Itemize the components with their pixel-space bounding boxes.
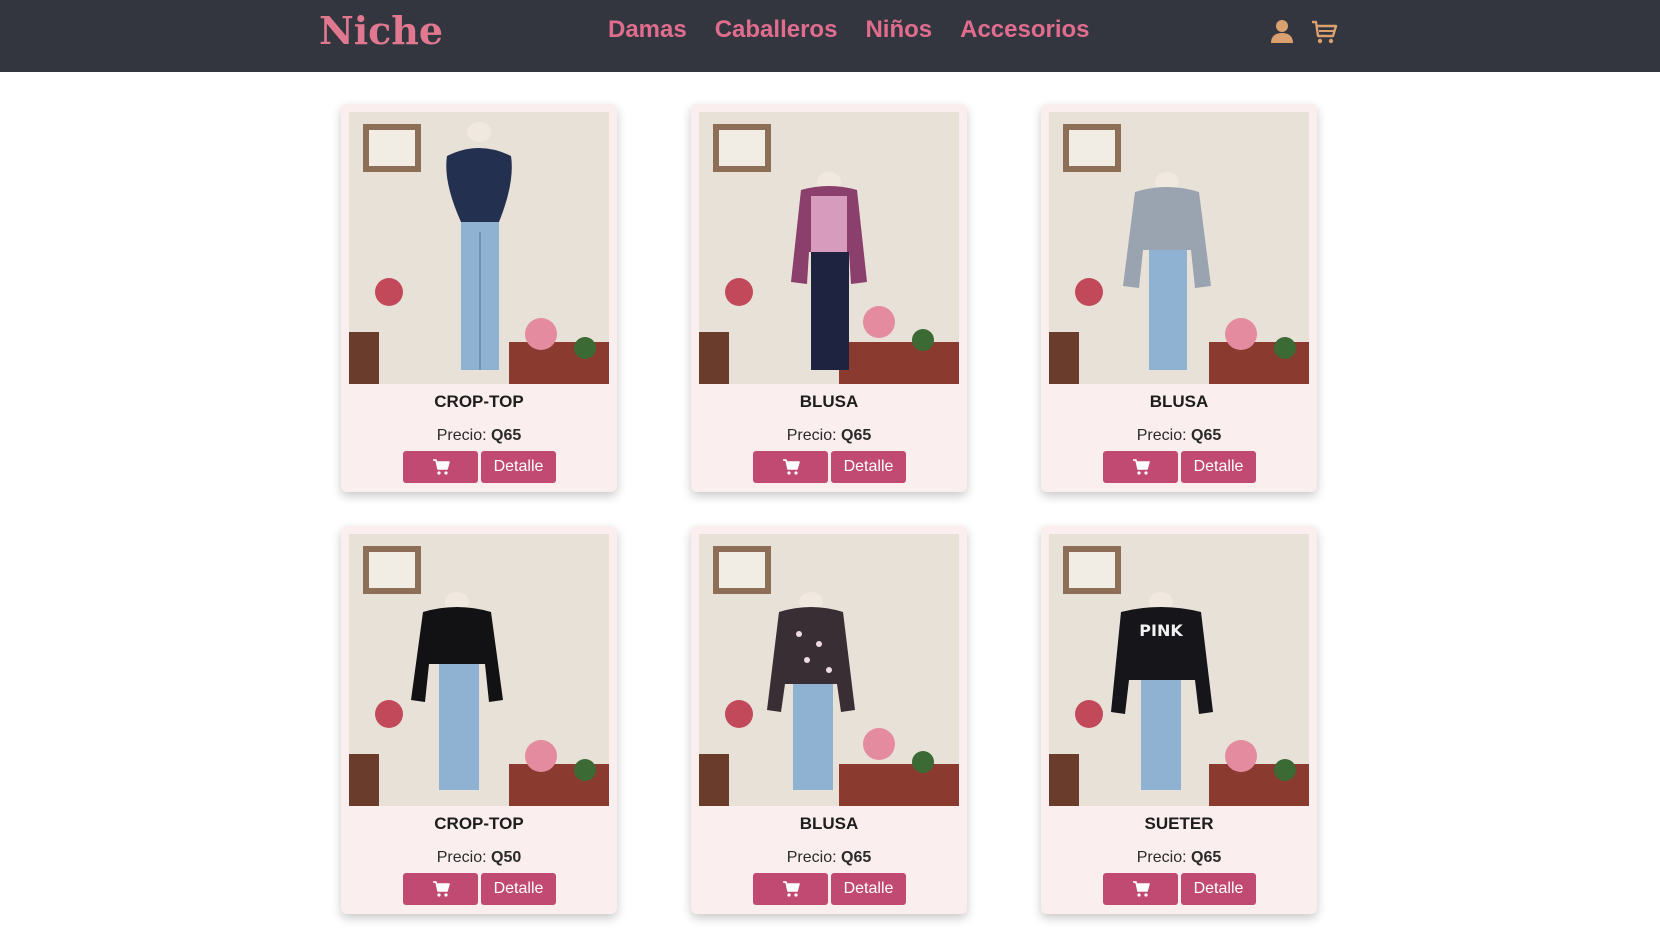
detail-button[interactable]: Detalle bbox=[1181, 873, 1256, 905]
sweater-print: PINK bbox=[1139, 621, 1183, 640]
price-label: Precio: bbox=[786, 427, 837, 444]
card-actions: Detalle bbox=[753, 873, 906, 905]
card-actions: Detalle bbox=[1103, 873, 1256, 905]
user-icon[interactable] bbox=[1268, 18, 1296, 46]
product-price: Precio: Q65 bbox=[691, 849, 967, 867]
card-actions: Detalle bbox=[403, 451, 556, 483]
price-label: Precio: bbox=[786, 849, 837, 866]
price-value: Q65 bbox=[1191, 427, 1222, 444]
nav-link-damas[interactable]: Damas bbox=[608, 16, 687, 44]
detail-button[interactable]: Detalle bbox=[481, 873, 556, 905]
add-to-cart-button[interactable] bbox=[403, 873, 478, 905]
nav-link-caballeros[interactable]: Caballeros bbox=[715, 16, 838, 44]
product-image: PINK bbox=[1049, 534, 1309, 806]
price-label: Precio: bbox=[1136, 427, 1187, 444]
product-name: BLUSA bbox=[799, 392, 859, 411]
product-price: Precio: Q65 bbox=[1041, 427, 1317, 445]
cart-icon bbox=[1132, 459, 1150, 475]
product-name: BLUSA bbox=[1149, 392, 1209, 411]
price-label: Precio: bbox=[1136, 849, 1187, 866]
product-card: PINK SUETER Precio: Q65 Detalle bbox=[1041, 526, 1317, 914]
add-to-cart-button[interactable] bbox=[753, 451, 828, 483]
add-to-cart-button[interactable] bbox=[403, 451, 478, 483]
add-to-cart-button[interactable] bbox=[1103, 873, 1178, 905]
add-to-cart-button[interactable] bbox=[1103, 451, 1178, 483]
product-card: CROP-TOP Precio: Q50 Detalle bbox=[341, 526, 617, 914]
product-image bbox=[1049, 112, 1309, 384]
cart-icon bbox=[782, 459, 800, 475]
detail-button[interactable]: Detalle bbox=[1181, 451, 1256, 483]
add-to-cart-button[interactable] bbox=[753, 873, 828, 905]
product-name: CROP-TOP bbox=[434, 392, 524, 411]
product-price: Precio: Q50 bbox=[341, 849, 617, 867]
detail-button[interactable]: Detalle bbox=[831, 873, 906, 905]
product-card: CROP-TOP Precio: Q65 Detalle bbox=[341, 104, 617, 492]
nav-icons bbox=[1268, 18, 1338, 46]
product-price: Precio: Q65 bbox=[1041, 849, 1317, 867]
product-card: BLUSA Precio: Q65 Detalle bbox=[691, 526, 967, 914]
price-label: Precio: bbox=[436, 427, 487, 444]
product-photo[interactable] bbox=[699, 534, 959, 806]
product-name: CROP-TOP bbox=[434, 814, 524, 833]
cart-icon bbox=[432, 881, 450, 897]
card-actions: Detalle bbox=[403, 873, 556, 905]
price-value: Q50 bbox=[491, 849, 522, 866]
product-image bbox=[699, 534, 959, 806]
detail-button[interactable]: Detalle bbox=[481, 451, 556, 483]
price-value: Q65 bbox=[841, 427, 872, 444]
card-actions: Detalle bbox=[1103, 451, 1256, 483]
cart-icon bbox=[1132, 881, 1150, 897]
cart-icon[interactable] bbox=[1310, 18, 1338, 46]
product-photo[interactable] bbox=[1049, 112, 1309, 384]
product-image bbox=[349, 112, 609, 384]
product-image bbox=[699, 112, 959, 384]
product-card: BLUSA Precio: Q65 Detalle bbox=[691, 104, 967, 492]
cart-icon bbox=[432, 459, 450, 475]
price-label: Precio: bbox=[436, 849, 487, 866]
product-name: BLUSA bbox=[799, 814, 859, 833]
product-price: Precio: Q65 bbox=[341, 427, 617, 445]
product-name: SUETER bbox=[1144, 814, 1214, 833]
cart-icon bbox=[782, 881, 800, 897]
product-image bbox=[349, 534, 609, 806]
product-card: BLUSA Precio: Q65 Detalle bbox=[1041, 104, 1317, 492]
product-photo[interactable]: PINK bbox=[1049, 534, 1309, 806]
price-value: Q65 bbox=[1191, 849, 1222, 866]
product-photo[interactable] bbox=[349, 112, 609, 384]
price-value: Q65 bbox=[491, 427, 522, 444]
detail-button[interactable]: Detalle bbox=[831, 451, 906, 483]
product-photo[interactable] bbox=[699, 112, 959, 384]
product-photo[interactable] bbox=[349, 534, 609, 806]
nav-link-ninos[interactable]: Niños bbox=[865, 16, 932, 44]
nav-link-accesorios[interactable]: Accesorios bbox=[960, 16, 1089, 44]
product-price: Precio: Q65 bbox=[691, 427, 967, 445]
nav-links: Damas Caballeros Niños Accesorios bbox=[608, 16, 1090, 44]
navbar: Niche Damas Caballeros Niños Accesorios bbox=[0, 0, 1660, 72]
price-value: Q65 bbox=[841, 849, 872, 866]
card-actions: Detalle bbox=[753, 451, 906, 483]
brand-logo[interactable]: Niche bbox=[319, 8, 443, 53]
